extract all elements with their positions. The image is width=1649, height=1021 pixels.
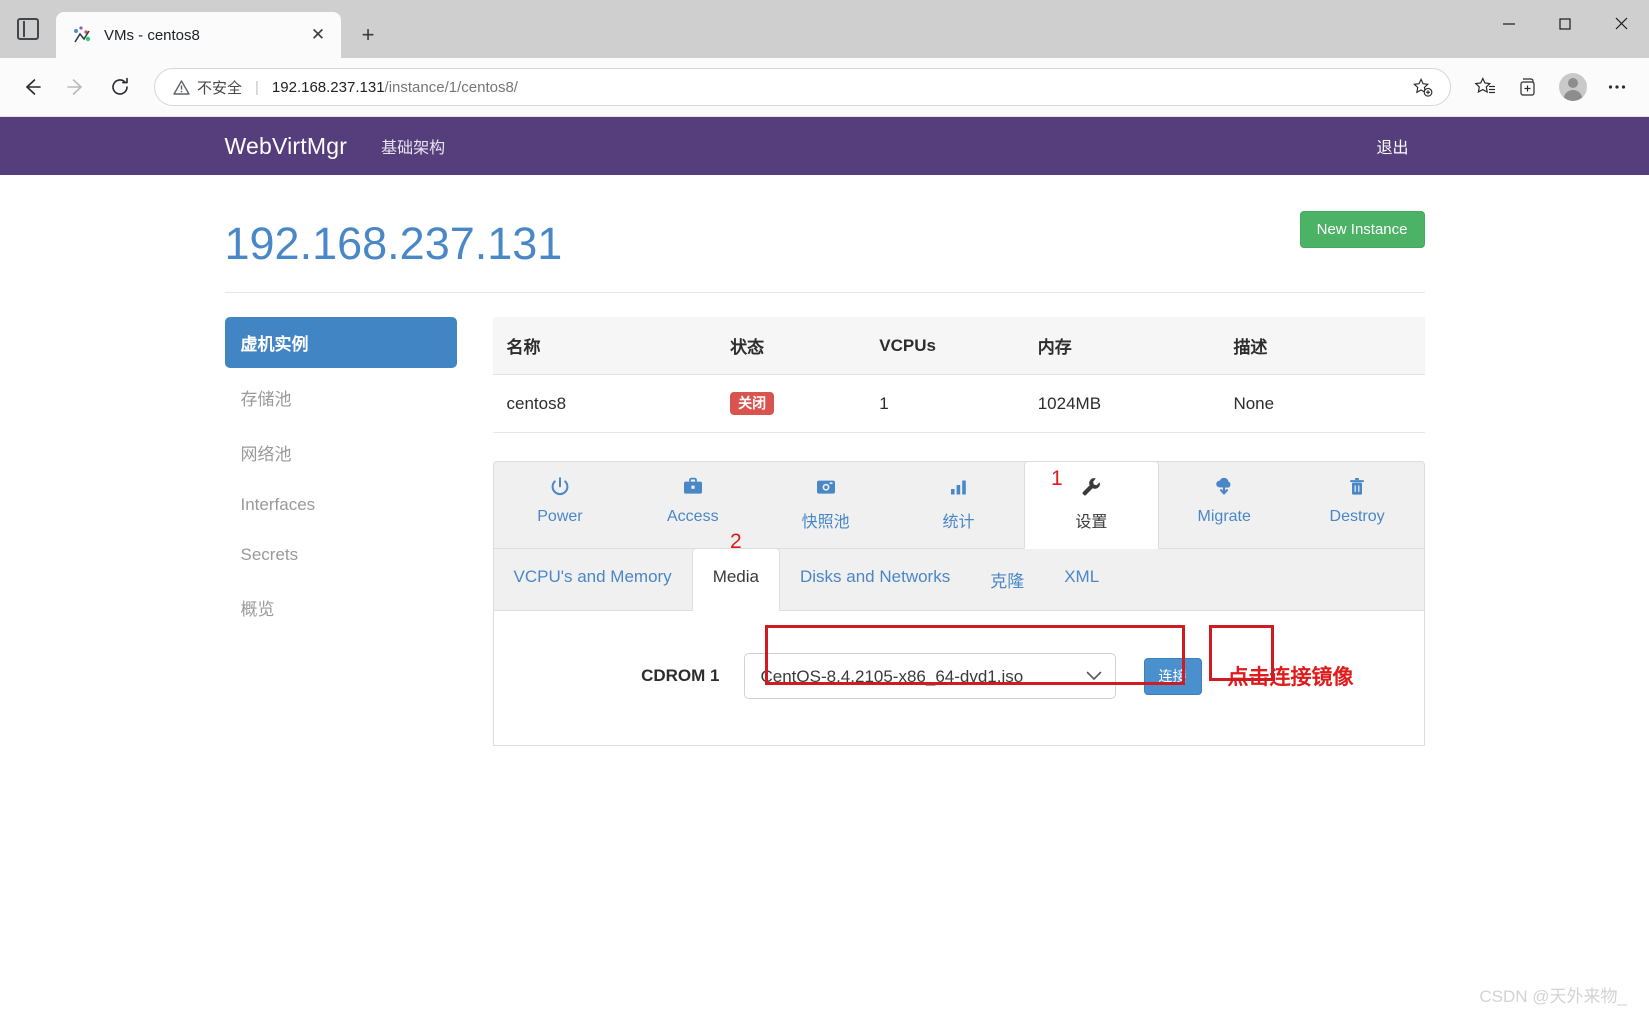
cell-instance-memory: 1024MB <box>1024 375 1220 433</box>
back-arrow-icon[interactable] <box>12 67 52 107</box>
connect-button[interactable]: 连接 <box>1144 658 1202 695</box>
csdn-watermark: CSDN @天外来物_ <box>1479 982 1627 1007</box>
close-icon[interactable]: ✕ <box>305 22 331 48</box>
cdrom-label: CDROM 1 <box>514 666 744 686</box>
maximize-button[interactable] <box>1537 0 1593 47</box>
annotation-hint-text: 点击连接镜像 <box>1228 661 1354 691</box>
sidebar-item-interfaces[interactable]: Interfaces <box>225 482 457 528</box>
table-row[interactable]: centos8 关闭 1 1024MB None <box>493 375 1425 433</box>
iso-select-wrapper: CentOS-8.4.2105-x86_64-dvd1.iso <box>744 653 1116 699</box>
action-tab-settings-label: 设置 <box>1075 514 1107 531</box>
wrench-icon <box>1029 476 1154 502</box>
close-window-button[interactable] <box>1593 0 1649 47</box>
new-instance-button[interactable]: New Instance <box>1300 211 1425 248</box>
column-header-vcpus: VCPUs <box>865 317 1023 375</box>
page-header: 192.168.237.131 New Instance <box>225 211 1425 293</box>
subtab-vcpu-memory[interactable]: VCPU's and Memory <box>494 549 692 610</box>
media-panel: CDROM 1 CentOS-8.4.2105-x86_64-dvd1.iso … <box>493 611 1425 746</box>
webvirtmgr-favicon <box>72 25 92 45</box>
action-tab-migrate[interactable]: Migrate <box>1158 462 1291 548</box>
action-tab-stats-label: 统计 <box>943 514 975 531</box>
warning-triangle-icon <box>173 79 190 96</box>
new-tab-button[interactable]: + <box>351 18 385 52</box>
subtab-xml[interactable]: XML <box>1044 549 1119 610</box>
action-tab-migrate-label: Migrate <box>1198 508 1251 525</box>
column-header-description: 描述 <box>1219 317 1424 375</box>
favorites-icon[interactable] <box>1465 67 1505 107</box>
cell-instance-name[interactable]: centos8 <box>493 375 717 433</box>
main-content: 名称 状态 VCPUs 内存 描述 centos8 关闭 1 1024M <box>493 317 1425 746</box>
browser-tab-strip: VMs - centos8 ✕ + <box>0 0 1649 58</box>
annotation-step-1: 1 <box>1051 468 1063 489</box>
collections-icon[interactable] <box>1509 67 1549 107</box>
sidebar-item-storages[interactable]: 存储池 <box>225 372 457 423</box>
sidebar-item-overview[interactable]: 概览 <box>225 582 457 633</box>
settings-more-icon[interactable] <box>1597 67 1637 107</box>
avatar <box>1559 73 1587 101</box>
action-tab-destroy-label: Destroy <box>1330 508 1385 525</box>
cell-instance-state: 关闭 <box>716 375 865 433</box>
camera-icon <box>763 476 888 502</box>
app-brand[interactable]: WebVirtMgr <box>225 133 366 160</box>
instances-table: 名称 状态 VCPUs 内存 描述 centos8 关闭 1 1024M <box>493 317 1425 433</box>
iso-select[interactable]: CentOS-8.4.2105-x86_64-dvd1.iso <box>744 653 1116 699</box>
page-container: 192.168.237.131 New Instance 虚机实例 存储池 网络… <box>225 175 1425 746</box>
window-controls <box>1481 0 1649 47</box>
omnibox-separator: | <box>255 79 259 96</box>
cell-instance-description: None <box>1219 375 1424 433</box>
security-status-text: 不安全 <box>197 77 242 98</box>
action-tab-settings[interactable]: 1 设置 <box>1024 461 1159 549</box>
browser-toolbar: 不安全 | 192.168.237.131/instance/1/centos8… <box>0 58 1649 117</box>
sidebar-item-instances[interactable]: 虚机实例 <box>225 317 457 368</box>
subtab-media[interactable]: 2 Media <box>692 548 780 611</box>
briefcase-icon <box>630 476 755 502</box>
forward-arrow-icon[interactable] <box>56 67 96 107</box>
column-header-memory: 内存 <box>1024 317 1220 375</box>
url-host: 192.168.237.131 <box>272 79 385 96</box>
sidebar-item-secrets[interactable]: Secrets <box>225 532 457 578</box>
annotation-step-2: 2 <box>730 531 742 552</box>
trash-icon <box>1295 476 1420 502</box>
address-bar[interactable]: 不安全 | 192.168.237.131/instance/1/centos8… <box>154 68 1451 106</box>
power-icon <box>498 476 623 502</box>
subtab-disks-networks[interactable]: Disks and Networks <box>780 549 970 610</box>
sidebar-item-networks[interactable]: 网络池 <box>225 427 457 478</box>
settings-subtabs: VCPU's and Memory 2 Media Disks and Netw… <box>493 549 1425 611</box>
action-tab-power[interactable]: Power <box>494 462 627 548</box>
navbar-logout[interactable]: 退出 <box>1376 134 1424 158</box>
action-tab-stats[interactable]: 统计 <box>892 462 1025 548</box>
sidebar: 虚机实例 存储池 网络池 Interfaces Secrets 概览 <box>225 317 493 746</box>
column-header-state: 状态 <box>716 317 865 375</box>
app-navbar: WebVirtMgr 基础架构 退出 <box>0 117 1649 175</box>
status-badge: 关闭 <box>730 392 774 415</box>
page-title: 192.168.237.131 <box>225 211 563 266</box>
chart-bar-icon <box>896 476 1021 502</box>
action-tab-power-label: Power <box>537 508 582 525</box>
browser-tab-title: VMs - centos8 <box>104 27 293 44</box>
tab-list-icon <box>17 18 39 40</box>
minimize-button[interactable] <box>1481 0 1537 47</box>
url-path: /instance/1/centos8/ <box>385 79 518 96</box>
action-tab-destroy[interactable]: Destroy <box>1291 462 1424 548</box>
add-favorite-icon[interactable] <box>1402 67 1442 107</box>
browser-tab[interactable]: VMs - centos8 ✕ <box>56 12 341 58</box>
address-bar-url: 192.168.237.131/instance/1/centos8/ <box>272 79 518 96</box>
cell-instance-vcpus: 1 <box>865 375 1023 433</box>
action-tab-snapshots-label: 快照池 <box>802 514 850 531</box>
subtab-clone[interactable]: 克隆 <box>970 549 1044 610</box>
navbar-item-infrastructure[interactable]: 基础架构 <box>365 134 461 158</box>
migrate-icon <box>1162 476 1287 502</box>
tab-list-button[interactable] <box>0 0 56 58</box>
table-header-row: 名称 状态 VCPUs 内存 描述 <box>493 317 1425 375</box>
instance-action-tabs: Power Access <box>493 461 1425 549</box>
reload-icon[interactable] <box>100 67 140 107</box>
subtab-media-label: Media <box>713 567 759 586</box>
profile-avatar[interactable] <box>1553 67 1593 107</box>
action-tab-access-label: Access <box>667 508 719 525</box>
column-header-name: 名称 <box>493 317 717 375</box>
action-tab-snapshots[interactable]: 快照池 <box>759 462 892 548</box>
